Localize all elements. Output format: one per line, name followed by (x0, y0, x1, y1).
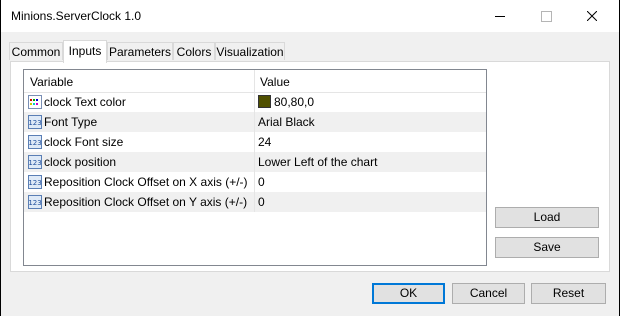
variable-value[interactable]: 0 (258, 175, 265, 189)
numeric-123-icon: 123 (28, 155, 42, 169)
svg-text:123: 123 (28, 199, 41, 207)
title-bar: Minions.ServerClock 1.0 (1, 0, 619, 32)
column-header-value[interactable]: Value (260, 75, 290, 89)
column-separator (254, 70, 255, 92)
variable-value[interactable]: Lower Left of the chart (258, 155, 377, 169)
save-button[interactable]: Save (495, 237, 599, 258)
variable-value[interactable]: 0 (258, 195, 265, 209)
table-row[interactable]: 123 Reposition Clock Offset on Y axis (+… (24, 192, 486, 212)
svg-text:123: 123 (28, 139, 41, 147)
variable-value[interactable]: Arial Black (258, 115, 315, 129)
tab-parameters[interactable]: Parameters (107, 42, 173, 60)
ok-button[interactable]: OK (372, 283, 445, 304)
table-row[interactable]: 123 clock position Lower Left of the cha… (24, 152, 486, 172)
color-icon (28, 95, 42, 109)
variable-value[interactable]: 24 (258, 135, 271, 149)
close-icon (587, 11, 597, 21)
svg-text:123: 123 (28, 119, 41, 127)
cell-separator (254, 172, 255, 192)
numeric-123-icon: 123 (28, 115, 42, 129)
maximize-button[interactable] (523, 0, 569, 32)
variable-name: clock Font size (44, 135, 124, 149)
cell-separator (254, 92, 255, 112)
svg-text:123: 123 (28, 159, 41, 167)
variable-name: clock position (44, 155, 117, 169)
cell-separator (254, 112, 255, 132)
variable-name: clock Text color (44, 95, 126, 109)
load-button[interactable]: Load (495, 207, 599, 228)
svg-text:123: 123 (28, 179, 41, 187)
table-row[interactable]: 123 Reposition Clock Offset on X axis (+… (24, 172, 486, 192)
variable-value[interactable]: 80,80,0 (258, 95, 314, 109)
table-row[interactable]: clock Text color 80,80,0 (24, 92, 486, 112)
tab-common[interactable]: Common (9, 42, 63, 60)
tab-colors[interactable]: Colors (173, 42, 215, 60)
window-title: Minions.ServerClock 1.0 (11, 9, 142, 23)
table-row[interactable]: 123 clock Font size 24 (24, 132, 486, 152)
column-header-variable[interactable]: Variable (30, 75, 73, 89)
minimize-button[interactable] (477, 0, 523, 32)
numeric-123-icon: 123 (28, 195, 42, 209)
numeric-123-icon: 123 (28, 135, 42, 149)
table-row[interactable]: 123 Font Type Arial Black (24, 112, 486, 132)
inputs-panel: Variable Value clock Text color 80,80,0 (10, 61, 610, 272)
variable-name: Reposition Clock Offset on X axis (+/-) (44, 175, 248, 189)
variable-name: Font Type (44, 115, 98, 129)
tab-inputs[interactable]: Inputs (63, 40, 107, 63)
cell-separator (254, 192, 255, 212)
numeric-123-icon: 123 (28, 175, 42, 189)
dialog-window: Minions.ServerClock 1.0 Common Inputs Pa… (1, 0, 619, 316)
inputs-grid: Variable Value clock Text color 80,80,0 (23, 69, 487, 266)
cancel-button[interactable]: Cancel (452, 283, 525, 304)
variable-name: Reposition Clock Offset on Y axis (+/-) (44, 195, 248, 209)
cell-separator (254, 152, 255, 172)
color-value-text: 80,80,0 (274, 95, 315, 109)
tab-visualization[interactable]: Visualization (215, 42, 285, 60)
grid-header: Variable Value (24, 70, 486, 93)
cell-separator (254, 132, 255, 152)
close-button[interactable] (569, 0, 615, 32)
color-swatch (258, 95, 271, 108)
reset-button[interactable]: Reset (531, 283, 606, 304)
